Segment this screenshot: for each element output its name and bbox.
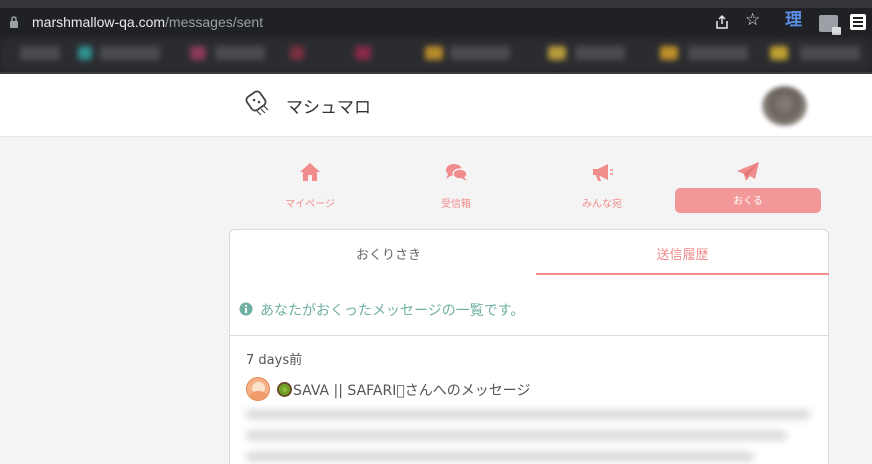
home-icon — [300, 163, 320, 181]
marshmallow-logo-icon[interactable] — [243, 89, 273, 119]
brand-name[interactable]: マシュマロ — [286, 93, 371, 118]
divider — [230, 335, 828, 336]
sent-messages-card: おくりさき 送信履歴 あなたがおくったメッセージの一覧です。 7 days前 S… — [229, 229, 829, 464]
site-header: マシュマロ — [0, 74, 872, 137]
nav-label: 受信箱 — [441, 199, 471, 210]
nav-send[interactable]: おくる — [675, 159, 821, 213]
extension-menu-icon[interactable] — [850, 14, 866, 30]
browser-chrome: marshmallow-qa.com/messages/sent ☆ 理 — [0, 0, 872, 74]
nav-inbox[interactable]: 受信箱 — [383, 159, 529, 213]
url-path: /messages/sent — [165, 14, 264, 30]
recipient-link[interactable]: SAVA || SAFARI さんへのメッセージ — [293, 380, 530, 400]
nav-everyone[interactable]: みんな宛 — [529, 159, 675, 213]
user-avatar[interactable] — [762, 86, 807, 126]
share-icon[interactable] — [714, 14, 730, 30]
chat-bubbles-icon — [446, 164, 468, 181]
info-icon — [239, 302, 253, 316]
message-time: 7 days前 — [246, 353, 303, 368]
info-message: あなたがおくったメッセージの一覧です。 — [260, 303, 525, 319]
paper-plane-icon — [737, 162, 759, 181]
message-body-blurred[interactable] — [246, 410, 810, 464]
extension-ri-icon[interactable]: 理 — [785, 12, 802, 29]
address-bar[interactable]: marshmallow-qa.com/messages/sent — [0, 9, 770, 36]
url-host: marshmallow-qa.com — [32, 14, 166, 30]
tab-recipients[interactable]: おくりさき — [242, 230, 535, 275]
bookmark-star-icon[interactable]: ☆ — [745, 12, 760, 29]
nav-label: マイページ — [285, 199, 335, 210]
tab-sent-history[interactable]: 送信履歴 — [536, 230, 829, 275]
kiwi-icon — [277, 382, 292, 397]
extension-puzzle-icon[interactable] — [819, 15, 841, 35]
url-text[interactable]: marshmallow-qa.com/messages/sent — [32, 14, 263, 30]
megaphone-icon — [593, 164, 613, 181]
recipient-avatar[interactable] — [246, 377, 270, 401]
nav-label: みんな宛 — [582, 199, 622, 210]
tab-strip — [0, 0, 872, 8]
nav-label: おくる — [733, 196, 763, 207]
bookmarks-bar — [0, 38, 872, 72]
lock-icon — [10, 16, 18, 28]
nav-mypage[interactable]: マイページ — [237, 159, 383, 213]
